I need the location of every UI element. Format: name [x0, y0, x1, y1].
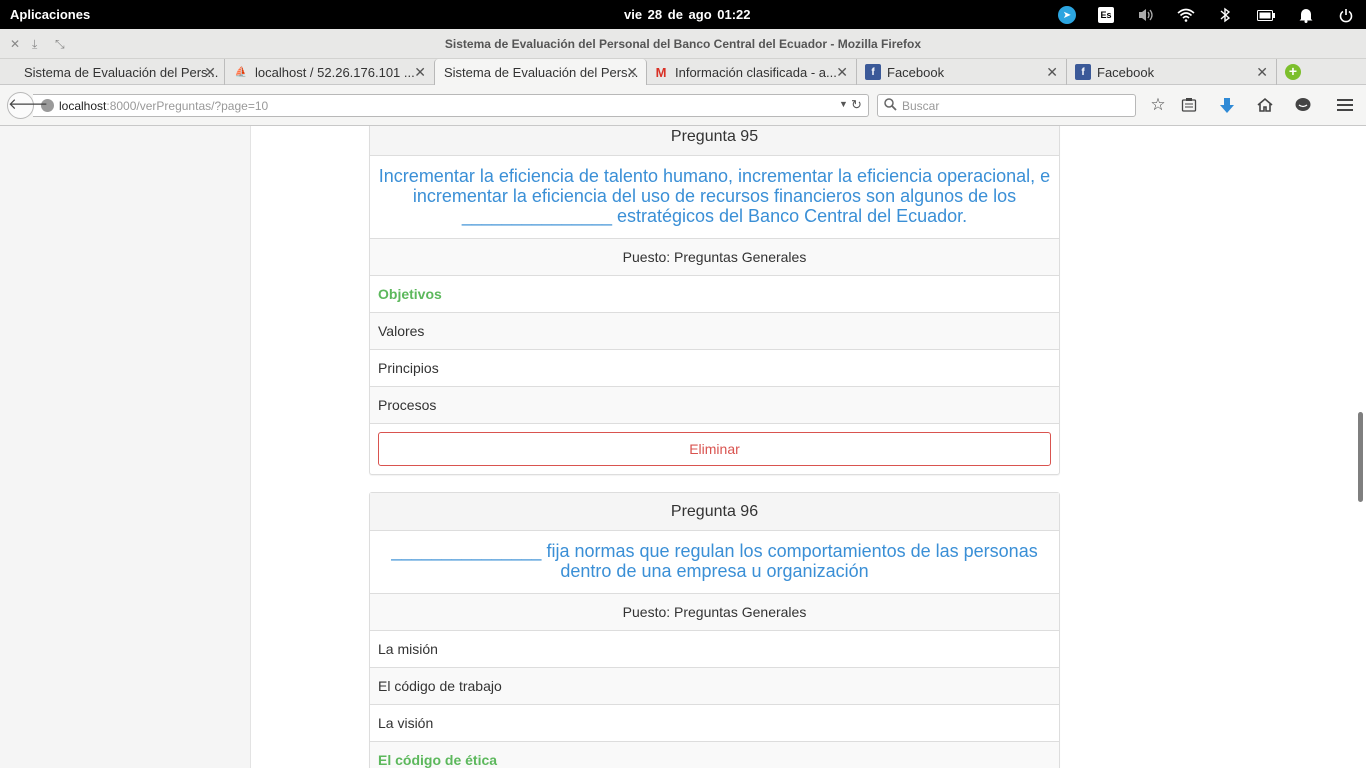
- page-scrollbar[interactable]: [1358, 412, 1363, 502]
- question-footer: Eliminar: [370, 423, 1059, 474]
- battery-icon[interactable]: [1256, 4, 1276, 26]
- close-tab-icon[interactable]: ✕: [626, 64, 638, 81]
- close-tab-icon[interactable]: ✕: [204, 64, 216, 81]
- answer-option-correct: Objetivos: [370, 275, 1059, 312]
- question-heading: Pregunta 96: [370, 493, 1059, 531]
- delete-question-button[interactable]: Eliminar: [378, 432, 1051, 466]
- tab-facebook-1[interactable]: f Facebook ✕: [857, 59, 1067, 85]
- tab-label: Sistema de Evaluación del Pers...: [24, 64, 219, 80]
- tab-evaluacion-active[interactable]: Sistema de Evaluación del Pers... ✕: [434, 59, 647, 85]
- chat-icon[interactable]: [1291, 94, 1315, 118]
- reload-icon[interactable]: ↻: [851, 97, 862, 113]
- window-title-bar: ✕ ⤓ ⤡ Sistema de Evaluación del Personal…: [0, 29, 1366, 59]
- power-icon[interactable]: [1338, 4, 1354, 26]
- tab-phpmyadmin[interactable]: ⛵ localhost / 52.26.176.101 ... ✕: [225, 59, 434, 85]
- close-tab-icon[interactable]: ✕: [1046, 64, 1058, 81]
- answer-option: Principios: [370, 349, 1059, 386]
- new-tab-icon[interactable]: +: [1285, 64, 1301, 80]
- tab-label: Facebook: [1097, 64, 1155, 80]
- question-text: Incrementar la eficiencia de talento hum…: [378, 166, 1051, 226]
- back-button[interactable]: 🡐: [7, 92, 48, 119]
- answer-option-correct: El código de ética: [370, 741, 1059, 768]
- system-top-bar: Aplicaciones vie 28 de ago 01:22 ➤ Es: [0, 0, 1366, 29]
- answer-option: El código de trabajo: [370, 667, 1059, 704]
- tab-label: Facebook: [887, 64, 945, 80]
- tab-gmail[interactable]: M Información clasificada - a... ✕: [647, 59, 857, 85]
- home-icon[interactable]: [1253, 94, 1277, 118]
- tab-strip: Sistema de Evaluación del Pers... ✕ ⛵ lo…: [0, 59, 1366, 85]
- window-title: Sistema de Evaluación del Personal del B…: [444, 37, 922, 51]
- navigation-toolbar: localhost:8000/verPreguntas/?page=10 ▼ ↻…: [0, 86, 1366, 126]
- url-text[interactable]: localhost:8000/verPreguntas/?page=10: [59, 99, 268, 113]
- phpmyadmin-icon: ⛵: [234, 66, 248, 78]
- question-puesto: Puesto: Preguntas Generales: [370, 593, 1059, 630]
- question-puesto: Puesto: Preguntas Generales: [370, 238, 1059, 275]
- answer-option: Procesos: [370, 386, 1059, 423]
- menu-hamburger-icon[interactable]: [1333, 94, 1357, 118]
- url-path: :8000/verPreguntas/?page=10: [106, 99, 269, 113]
- facebook-icon: f: [1075, 64, 1091, 80]
- tab-label: Sistema de Evaluación del Pers...: [444, 64, 639, 80]
- url-bar[interactable]: localhost:8000/verPreguntas/?page=10 ▼ ↻: [33, 94, 869, 117]
- left-sidebar: [0, 126, 251, 768]
- notifications-icon[interactable]: [1298, 4, 1314, 26]
- applications-menu[interactable]: Aplicaciones: [10, 7, 90, 22]
- volume-icon[interactable]: [1136, 4, 1156, 26]
- downloads-icon[interactable]: [1215, 94, 1239, 118]
- telegram-icon[interactable]: ➤: [1058, 4, 1076, 26]
- search-input[interactable]: Buscar: [877, 94, 1136, 117]
- question-panel: Pregunta 96 _______________ fija normas …: [369, 492, 1060, 768]
- answer-option: Valores: [370, 312, 1059, 349]
- question-heading: Pregunta 95: [370, 126, 1059, 156]
- reading-list-icon[interactable]: [1177, 94, 1201, 118]
- clock[interactable]: vie 28 de ago 01:22: [624, 7, 751, 22]
- wifi-icon[interactable]: [1176, 4, 1196, 26]
- question-panel: Pregunta 95 Incrementar la eficiencia de…: [369, 126, 1060, 475]
- answer-option: La visión: [370, 704, 1059, 741]
- search-icon: [884, 98, 897, 114]
- tab-evaluacion-1[interactable]: Sistema de Evaluación del Pers... ✕: [0, 59, 225, 85]
- bookmark-star-icon[interactable]: ☆: [1146, 94, 1170, 118]
- tab-label: Información clasificada - a...: [675, 64, 837, 80]
- url-host: localhost: [59, 99, 107, 113]
- close-tab-icon[interactable]: ✕: [1256, 64, 1268, 81]
- answer-option: La misión: [370, 630, 1059, 667]
- page-content: Pregunta 95 Incrementar la eficiencia de…: [0, 126, 1366, 768]
- keyboard-layout-label: Es: [1098, 7, 1114, 23]
- close-tab-icon[interactable]: ✕: [836, 64, 848, 81]
- bluetooth-icon[interactable]: [1218, 4, 1232, 26]
- back-arrow-icon: 🡐: [8, 96, 49, 113]
- gmail-icon: M: [655, 64, 667, 80]
- keyboard-layout-indicator[interactable]: Es: [1098, 4, 1114, 26]
- facebook-icon: f: [865, 64, 881, 80]
- tab-label: localhost / 52.26.176.101 ...: [255, 64, 415, 80]
- tab-facebook-2[interactable]: f Facebook ✕: [1067, 59, 1277, 85]
- question-text: _______________ fija normas que regulan …: [391, 541, 1038, 581]
- history-dropdown-icon[interactable]: ▼: [839, 99, 848, 109]
- close-tab-icon[interactable]: ✕: [414, 64, 426, 81]
- search-placeholder: Buscar: [902, 99, 940, 113]
